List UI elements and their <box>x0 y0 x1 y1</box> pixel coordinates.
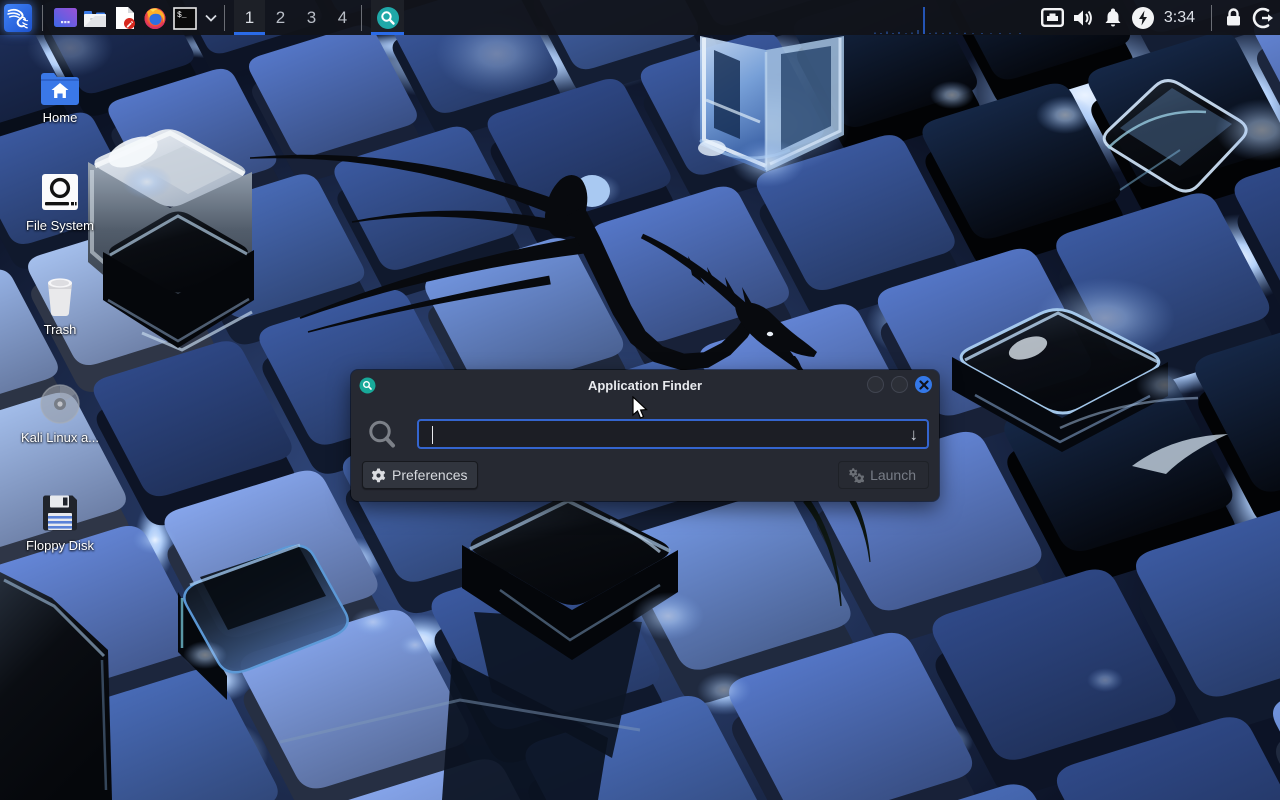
svg-text:$_: $_ <box>177 11 187 20</box>
